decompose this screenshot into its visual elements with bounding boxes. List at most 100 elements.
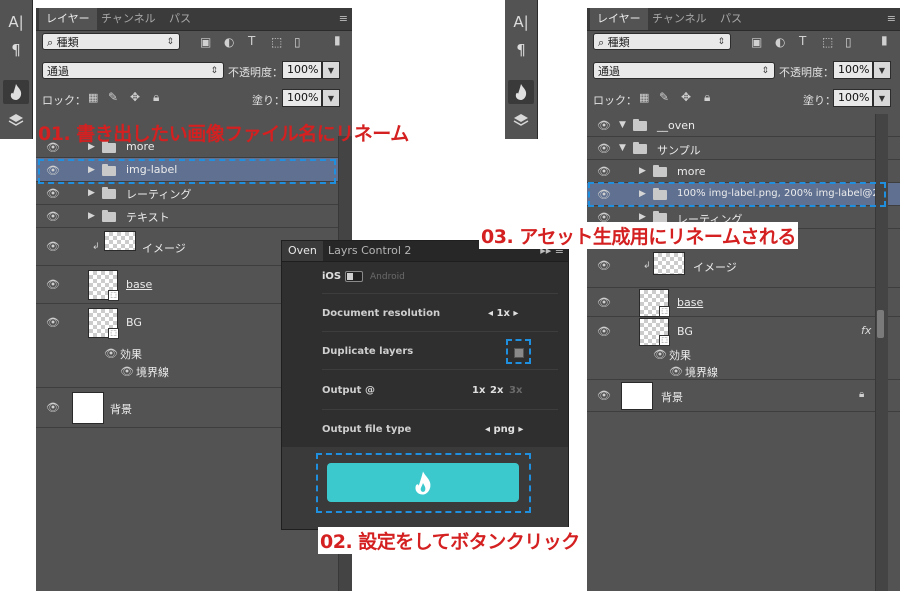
expand-arrow-icon[interactable]: ▶: [639, 212, 646, 222]
doc-resolution-stepper[interactable]: ◂ 1x ▸: [488, 308, 518, 319]
layer-row-more[interactable]: 👁︎ ▶ more: [587, 160, 900, 183]
output-1x-option[interactable]: 1x: [472, 385, 485, 396]
fill-dropdown-icon[interactable]: ▼: [873, 89, 891, 107]
opacity-input[interactable]: 100%: [833, 61, 873, 79]
character-panel-icon[interactable]: A|: [508, 10, 534, 34]
opacity-dropdown-icon[interactable]: ▼: [322, 61, 340, 79]
visibility-eye-icon[interactable]: 👁︎: [46, 316, 60, 329]
layer-name: BG: [677, 325, 693, 338]
panel-menu-icon[interactable]: ≡: [339, 12, 348, 25]
tab-layers[interactable]: レイヤー: [39, 8, 97, 30]
tab-paths[interactable]: パス: [162, 8, 198, 30]
layer-thumbnail: [72, 392, 104, 424]
layer-row-bg[interactable]: 👁︎ ⬚ BG fx 👁︎ 効果 👁︎ 境界線: [587, 317, 900, 380]
output-3x-option[interactable]: 3x: [509, 385, 522, 396]
layer-row-base[interactable]: 👁︎ ⬚ base: [587, 288, 900, 317]
layer-row-oven[interactable]: 👁︎ ▼ __oven: [587, 114, 900, 137]
visibility-eye-icon[interactable]: 👁︎: [46, 278, 60, 291]
filter-adjustment-icon[interactable]: ◐: [224, 35, 234, 49]
filter-toggle-icon[interactable]: ▮: [881, 33, 888, 47]
file-type-stepper[interactable]: ◂ png ▸: [485, 424, 523, 435]
fill-input[interactable]: 100%: [833, 89, 873, 107]
visibility-eye-icon[interactable]: 👁︎: [597, 389, 611, 402]
output-2x-option[interactable]: 2x: [490, 385, 503, 396]
chevron-updown-icon: ⇕: [210, 66, 218, 76]
panel-menu-icon[interactable]: ≡: [887, 12, 896, 25]
tab-channels[interactable]: チャンネル: [94, 8, 163, 30]
lock-all-icon[interactable]: 🔒︎: [153, 90, 159, 105]
layer-row-background[interactable]: 👁︎ 背景 🔒︎: [587, 380, 900, 412]
blend-mode-value: 通過: [47, 65, 69, 78]
platform-toggle-switch[interactable]: [345, 271, 363, 282]
tab-channels[interactable]: チャンネル: [645, 8, 714, 30]
filter-adjustment-icon[interactable]: ◐: [775, 35, 785, 49]
filter-kind-select[interactable]: ⌕ 種類 ⇕: [42, 33, 180, 50]
filter-type-icon[interactable]: T: [248, 34, 255, 48]
expand-arrow-icon[interactable]: ▼: [619, 143, 626, 153]
visibility-eye-icon[interactable]: 👁︎: [46, 210, 60, 223]
expand-arrow-icon[interactable]: ▶: [88, 211, 95, 221]
layers-panel-tabs: レイヤー チャンネル パス ≡: [36, 8, 352, 31]
filter-shape-icon[interactable]: ⬚: [271, 35, 282, 49]
visibility-eye-icon[interactable]: 👁︎: [46, 401, 60, 414]
filter-pixel-icon[interactable]: ▣: [200, 35, 211, 49]
layers-panel-icon[interactable]: [508, 108, 534, 132]
blend-mode-value: 通過: [598, 65, 620, 78]
layer-row-text[interactable]: 👁︎ ▶ テキスト: [36, 205, 352, 228]
tab-layers[interactable]: レイヤー: [590, 8, 648, 30]
scrollbar-thumb[interactable]: [877, 310, 884, 338]
filter-smartobject-icon[interactable]: ▯: [294, 35, 301, 49]
smart-object-icon: ⬚: [659, 335, 670, 346]
visibility-eye-icon[interactable]: 👁︎: [597, 325, 611, 338]
expand-arrow-icon[interactable]: ▼: [619, 120, 626, 130]
visibility-eye-icon[interactable]: 👁︎: [597, 142, 611, 155]
layer-row-sample[interactable]: 👁︎ ▼ サンプル: [587, 137, 900, 160]
fill-input[interactable]: 100%: [282, 89, 322, 107]
effects-eye-icon[interactable]: 👁︎: [104, 347, 118, 360]
opacity-label: 不透明度：: [779, 66, 834, 79]
tab-oven[interactable]: Oven: [282, 241, 323, 261]
visibility-eye-icon[interactable]: 👁︎: [597, 119, 611, 132]
expand-arrow-icon[interactable]: ▶: [639, 166, 646, 176]
filter-kind-select[interactable]: ⌕ 種類 ⇕: [593, 33, 731, 50]
opacity-dropdown-icon[interactable]: ▼: [873, 61, 891, 79]
lock-move-icon[interactable]: ✥: [130, 90, 140, 104]
filter-type-icon[interactable]: T: [799, 34, 806, 48]
blend-mode-select[interactable]: 通過 ⇕: [593, 62, 775, 79]
filter-pixel-icon[interactable]: ▣: [751, 35, 762, 49]
blend-mode-select[interactable]: 通過 ⇕: [42, 62, 224, 79]
layer-row-rating[interactable]: 👁︎ ▶ レーティング: [36, 182, 352, 205]
stroke-label: 境界線: [685, 366, 718, 379]
stroke-eye-icon[interactable]: 👁︎: [669, 365, 683, 378]
visibility-eye-icon[interactable]: 👁︎: [46, 240, 60, 253]
visibility-eye-icon[interactable]: 👁︎: [597, 165, 611, 178]
expand-arrow-icon[interactable]: ▶: [88, 188, 95, 198]
effects-eye-icon[interactable]: 👁︎: [653, 348, 667, 361]
filter-smartobject-icon[interactable]: ▯: [845, 35, 852, 49]
filter-toggle-icon[interactable]: ▮: [334, 33, 341, 47]
visibility-eye-icon[interactable]: 👁︎: [597, 259, 611, 272]
lock-transparent-icon[interactable]: ▦: [639, 91, 649, 104]
paragraph-panel-icon[interactable]: ¶: [508, 38, 534, 62]
lock-transparent-icon[interactable]: ▦: [88, 91, 98, 104]
oven-flame-icon[interactable]: [3, 80, 29, 104]
layer-effects-icon[interactable]: fx: [861, 324, 871, 337]
lock-brush-icon[interactable]: ✎: [659, 90, 669, 104]
oven-flame-icon[interactable]: [508, 80, 534, 104]
tab-paths[interactable]: パス: [713, 8, 749, 30]
paragraph-panel-icon[interactable]: ¶: [3, 38, 29, 62]
character-panel-icon[interactable]: A|: [3, 10, 29, 34]
stroke-eye-icon[interactable]: 👁︎: [120, 365, 134, 378]
visibility-eye-icon[interactable]: 👁︎: [46, 187, 60, 200]
tab-layrs-control[interactable]: Layrs Control 2: [322, 241, 417, 261]
visibility-eye-icon[interactable]: 👁︎: [597, 296, 611, 309]
lock-move-icon[interactable]: ✥: [681, 90, 691, 104]
lock-all-icon[interactable]: 🔒︎: [704, 90, 710, 105]
platform-android-label[interactable]: Android: [370, 272, 405, 282]
opacity-input[interactable]: 100%: [282, 61, 322, 79]
platform-ios-label[interactable]: iOS: [322, 271, 341, 282]
lock-brush-icon[interactable]: ✎: [108, 90, 118, 104]
fill-dropdown-icon[interactable]: ▼: [322, 89, 340, 107]
layers-panel-icon[interactable]: [3, 108, 29, 132]
filter-shape-icon[interactable]: ⬚: [822, 35, 833, 49]
